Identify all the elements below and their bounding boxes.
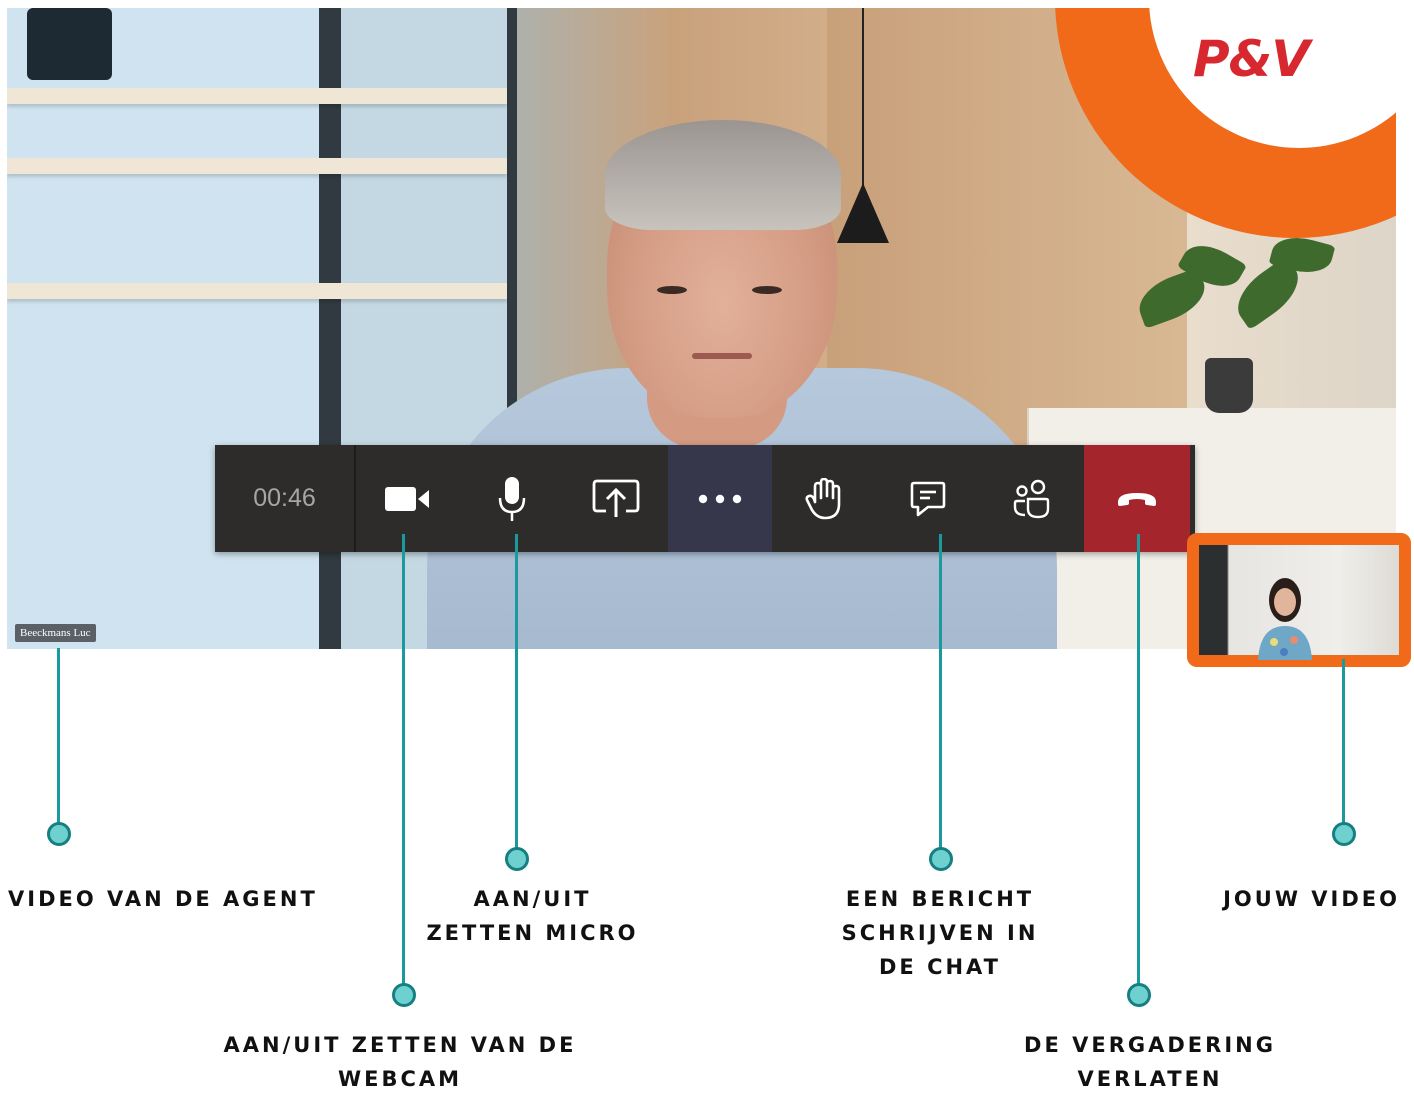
video-camera-icon — [385, 486, 429, 511]
presenter-hair — [605, 120, 841, 230]
more-horizontal-icon — [698, 494, 742, 503]
more-actions-button[interactable] — [668, 445, 772, 552]
callout-dot-micro — [505, 847, 529, 871]
shelf — [7, 283, 507, 299]
presenter-mouth — [692, 353, 752, 359]
shelf — [7, 88, 507, 104]
label-micro: AAN/UIT ZETTEN MICRO — [415, 882, 650, 950]
callout-dot-webcam — [392, 983, 416, 1007]
self-video[interactable] — [1187, 533, 1411, 667]
callout-dot-chat — [929, 847, 953, 871]
share-screen-icon — [592, 479, 640, 517]
label-agent-video: VIDEO VAN DE AGENT — [8, 882, 318, 916]
label-webcam-line1: AAN/UIT ZETTEN VAN DE — [223, 1033, 577, 1057]
label-your-video-text: JOUW VIDEO — [1223, 887, 1400, 911]
raise-hand-button[interactable] — [772, 445, 876, 552]
label-micro-line1: AAN/UIT — [473, 887, 592, 911]
camera-button[interactable] — [356, 445, 460, 552]
callout-line-leave — [1137, 534, 1140, 984]
chat-button[interactable] — [876, 445, 980, 552]
label-webcam: AAN/UIT ZETTEN VAN DE WEBCAM — [190, 1028, 610, 1096]
label-leave-line1: DE VERGADERING — [1024, 1033, 1276, 1057]
label-chat-line1: EEN BERICHT — [845, 887, 1035, 911]
call-timer: 00:46 — [215, 445, 356, 552]
share-screen-button[interactable] — [564, 445, 668, 552]
presenter-eye — [752, 286, 782, 294]
self-video-feed — [1199, 545, 1399, 660]
label-chat-line2: SCHRIJVEN IN — [841, 921, 1039, 945]
self-person — [1258, 578, 1312, 660]
raise-hand-icon — [805, 477, 841, 519]
label-your-video: JOUW VIDEO — [1200, 882, 1400, 916]
microphone-icon — [498, 476, 526, 521]
chat-icon — [910, 481, 946, 516]
participants-button[interactable] — [980, 445, 1084, 552]
hang-up-icon — [1118, 492, 1156, 506]
microphone-button[interactable] — [460, 445, 564, 552]
plant-pot — [1205, 358, 1253, 413]
lamp-cord — [862, 8, 864, 188]
callout-dot-agent-video — [47, 822, 71, 846]
participant-name-tag: Beeckmans Luc — [15, 624, 96, 642]
pendant-lamp — [837, 183, 889, 243]
window-frame — [319, 8, 341, 649]
call-controls-bar: 00:46 — [215, 445, 1195, 552]
participants-icon — [1013, 479, 1050, 518]
callout-line-your-video — [1342, 659, 1345, 823]
label-leave: DE VERGADERING VERLATEN — [1000, 1028, 1300, 1096]
callout-line-webcam — [402, 534, 405, 984]
label-agent-video-text: VIDEO VAN DE AGENT — [8, 887, 318, 911]
label-chat-line3: DE CHAT — [878, 955, 1002, 979]
brand-logo: P&V — [1193, 30, 1310, 88]
callout-dot-your-video — [1332, 822, 1356, 846]
label-micro-line2: ZETTEN MICRO — [426, 921, 639, 945]
callout-dot-leave — [1127, 983, 1151, 1007]
presenter-eye — [657, 286, 687, 294]
callout-line-chat — [939, 534, 942, 848]
vase — [27, 8, 112, 80]
window-background — [7, 8, 327, 649]
label-chat: EEN BERICHT SCHRIJVEN IN DE CHAT — [825, 882, 1055, 984]
callout-line-agent-video — [57, 648, 60, 823]
callout-line-micro — [515, 534, 518, 848]
shelf — [7, 158, 507, 174]
